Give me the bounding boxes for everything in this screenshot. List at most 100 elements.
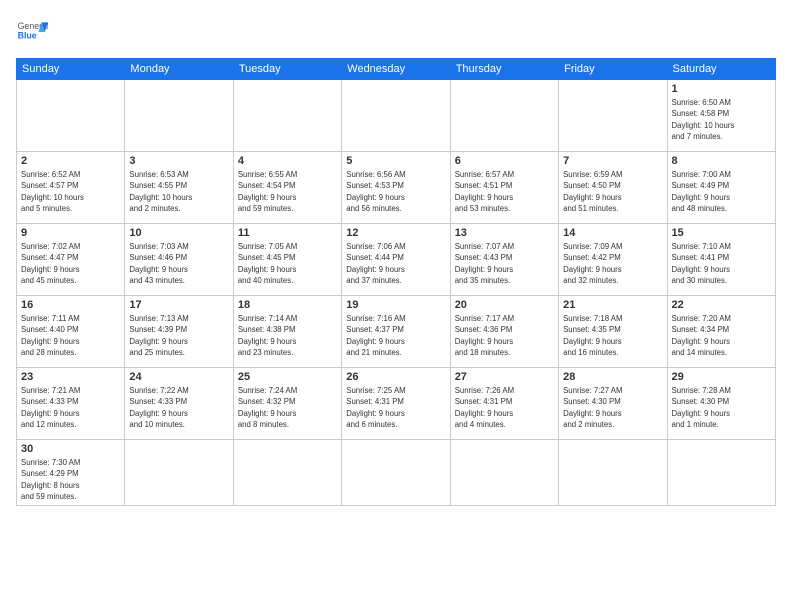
calendar-cell <box>233 440 341 506</box>
day-info: Sunrise: 6:53 AMSunset: 4:55 PMDaylight:… <box>129 169 228 214</box>
calendar-cell: 15Sunrise: 7:10 AMSunset: 4:41 PMDayligh… <box>667 224 775 296</box>
day-info: Sunrise: 6:56 AMSunset: 4:53 PMDaylight:… <box>346 169 445 214</box>
day-number: 20 <box>455 299 554 311</box>
day-number: 9 <box>21 227 120 239</box>
calendar-cell: 12 Sunrise: 7:06 AMSunset: 4:44 PMDayligh… <box>342 224 450 296</box>
calendar-week-3: 9 Sunrise: 7:02 AMSunset: 4:47 PMDaylight… <box>17 224 776 296</box>
day-info: Sunrise: 7:20 AMSunset: 4:34 PMDaylight:… <box>672 313 771 358</box>
calendar-cell: 27Sunrise: 7:26 AMSunset: 4:31 PMDayligh… <box>450 368 558 440</box>
calendar-cell: 26 Sunrise: 7:25 AMSunset: 4:31 PMDayligh… <box>342 368 450 440</box>
day-number: 22 <box>672 299 771 311</box>
day-number: 4 <box>238 155 337 167</box>
day-info: Sunrise: 7:17 AMSunset: 4:36 PMDaylight:… <box>455 313 554 358</box>
calendar-cell: 1Sunrise: 6:50 AMSunset: 4:58 PMDaylight… <box>667 80 775 152</box>
day-number: 28 <box>563 371 662 383</box>
calendar-week-2: 2 Sunrise: 6:52 AMSunset: 4:57 PMDaylight… <box>17 152 776 224</box>
calendar-cell: 5 Sunrise: 6:56 AMSunset: 4:53 PMDaylight… <box>342 152 450 224</box>
calendar-cell: 4 Sunrise: 6:55 AMSunset: 4:54 PMDaylight… <box>233 152 341 224</box>
calendar-week-4: 16 Sunrise: 7:11 AMSunset: 4:40 PMDayligh… <box>17 296 776 368</box>
day-info: Sunrise: 7:30 AMSunset: 4:29 PMDaylight:… <box>21 457 120 502</box>
day-info: Sunrise: 6:50 AMSunset: 4:58 PMDaylight:… <box>672 97 771 142</box>
day-number: 16 <box>21 299 120 311</box>
day-number: 3 <box>129 155 228 167</box>
day-number: 13 <box>455 227 554 239</box>
day-info: Sunrise: 7:02 AMSunset: 4:47 PMDaylight:… <box>21 241 120 286</box>
day-number: 29 <box>672 371 771 383</box>
day-number: 26 <box>346 371 445 383</box>
day-info: Sunrise: 7:21 AMSunset: 4:33 PMDaylight:… <box>21 385 120 430</box>
day-info: Sunrise: 7:14 AMSunset: 4:38 PMDaylight:… <box>238 313 337 358</box>
day-number: 24 <box>129 371 228 383</box>
logo: General Blue <box>16 16 48 48</box>
calendar-cell <box>559 80 667 152</box>
day-number: 30 <box>21 443 120 455</box>
calendar-cell <box>125 80 233 152</box>
calendar-cell <box>450 80 558 152</box>
day-info: Sunrise: 7:25 AMSunset: 4:31 PMDaylight:… <box>346 385 445 430</box>
day-number: 25 <box>238 371 337 383</box>
calendar-cell <box>17 80 125 152</box>
day-info: Sunrise: 7:07 AMSunset: 4:43 PMDaylight:… <box>455 241 554 286</box>
day-info: Sunrise: 7:22 AMSunset: 4:33 PMDaylight:… <box>129 385 228 430</box>
day-number: 19 <box>346 299 445 311</box>
calendar-cell: 22 Sunrise: 7:20 AMSunset: 4:34 PMDayligh… <box>667 296 775 368</box>
day-info: Sunrise: 7:11 AMSunset: 4:40 PMDaylight:… <box>21 313 120 358</box>
calendar-week-6: 30 Sunrise: 7:30 AMSunset: 4:29 PMDayligh… <box>17 440 776 506</box>
calendar-week-5: 23 Sunrise: 7:21 AMSunset: 4:33 PMDayligh… <box>17 368 776 440</box>
calendar-cell <box>450 440 558 506</box>
calendar-cell: 24 Sunrise: 7:22 AMSunset: 4:33 PMDayligh… <box>125 368 233 440</box>
calendar-cell <box>559 440 667 506</box>
weekday-header-saturday: Saturday <box>667 59 775 80</box>
calendar-cell: 23 Sunrise: 7:21 AMSunset: 4:33 PMDayligh… <box>17 368 125 440</box>
day-number: 12 <box>346 227 445 239</box>
calendar-cell: 29 Sunrise: 7:28 AMSunset: 4:30 PMDayligh… <box>667 368 775 440</box>
calendar-cell: 21Sunrise: 7:18 AMSunset: 4:35 PMDayligh… <box>559 296 667 368</box>
calendar-cell: 14 Sunrise: 7:09 AMSunset: 4:42 PMDayligh… <box>559 224 667 296</box>
calendar-cell: 11 Sunrise: 7:05 AMSunset: 4:45 PMDayligh… <box>233 224 341 296</box>
day-number: 23 <box>21 371 120 383</box>
calendar-week-1: 1Sunrise: 6:50 AMSunset: 4:58 PMDaylight… <box>17 80 776 152</box>
day-number: 14 <box>563 227 662 239</box>
day-info: Sunrise: 7:06 AMSunset: 4:44 PMDaylight:… <box>346 241 445 286</box>
day-info: Sunrise: 6:57 AMSunset: 4:51 PMDaylight:… <box>455 169 554 214</box>
day-info: Sunrise: 6:55 AMSunset: 4:54 PMDaylight:… <box>238 169 337 214</box>
weekday-header-row: SundayMondayTuesdayWednesdayThursdayFrid… <box>17 59 776 80</box>
day-number: 2 <box>21 155 120 167</box>
svg-text:Blue: Blue <box>18 30 37 40</box>
calendar: SundayMondayTuesdayWednesdayThursdayFrid… <box>16 58 776 506</box>
calendar-cell: 6 Sunrise: 6:57 AMSunset: 4:51 PMDaylight… <box>450 152 558 224</box>
calendar-cell: 25 Sunrise: 7:24 AMSunset: 4:32 PMDayligh… <box>233 368 341 440</box>
calendar-cell: 16 Sunrise: 7:11 AMSunset: 4:40 PMDayligh… <box>17 296 125 368</box>
day-info: Sunrise: 7:05 AMSunset: 4:45 PMDaylight:… <box>238 241 337 286</box>
day-number: 10 <box>129 227 228 239</box>
calendar-cell: 20 Sunrise: 7:17 AMSunset: 4:36 PMDayligh… <box>450 296 558 368</box>
day-number: 5 <box>346 155 445 167</box>
calendar-cell <box>667 440 775 506</box>
weekday-header-wednesday: Wednesday <box>342 59 450 80</box>
day-number: 17 <box>129 299 228 311</box>
calendar-cell: 18Sunrise: 7:14 AMSunset: 4:38 PMDayligh… <box>233 296 341 368</box>
day-info: Sunrise: 7:10 AMSunset: 4:41 PMDaylight:… <box>672 241 771 286</box>
calendar-cell <box>233 80 341 152</box>
day-number: 6 <box>455 155 554 167</box>
day-info: Sunrise: 7:24 AMSunset: 4:32 PMDaylight:… <box>238 385 337 430</box>
logo-icon: General Blue <box>16 16 48 48</box>
weekday-header-tuesday: Tuesday <box>233 59 341 80</box>
day-info: Sunrise: 7:28 AMSunset: 4:30 PMDaylight:… <box>672 385 771 430</box>
calendar-cell: 28Sunrise: 7:27 AMSunset: 4:30 PMDayligh… <box>559 368 667 440</box>
weekday-header-monday: Monday <box>125 59 233 80</box>
day-info: Sunrise: 7:09 AMSunset: 4:42 PMDaylight:… <box>563 241 662 286</box>
day-info: Sunrise: 6:52 AMSunset: 4:57 PMDaylight:… <box>21 169 120 214</box>
calendar-cell: 13 Sunrise: 7:07 AMSunset: 4:43 PMDayligh… <box>450 224 558 296</box>
calendar-cell: 9 Sunrise: 7:02 AMSunset: 4:47 PMDaylight… <box>17 224 125 296</box>
calendar-cell: 8Sunrise: 7:00 AMSunset: 4:49 PMDaylight… <box>667 152 775 224</box>
day-info: Sunrise: 7:00 AMSunset: 4:49 PMDaylight:… <box>672 169 771 214</box>
calendar-cell: 7Sunrise: 6:59 AMSunset: 4:50 PMDaylight… <box>559 152 667 224</box>
calendar-cell: 10Sunrise: 7:03 AMSunset: 4:46 PMDayligh… <box>125 224 233 296</box>
calendar-cell: 17 Sunrise: 7:13 AMSunset: 4:39 PMDayligh… <box>125 296 233 368</box>
weekday-header-friday: Friday <box>559 59 667 80</box>
day-number: 11 <box>238 227 337 239</box>
weekday-header-sunday: Sunday <box>17 59 125 80</box>
day-info: Sunrise: 7:18 AMSunset: 4:35 PMDaylight:… <box>563 313 662 358</box>
day-info: Sunrise: 7:13 AMSunset: 4:39 PMDaylight:… <box>129 313 228 358</box>
